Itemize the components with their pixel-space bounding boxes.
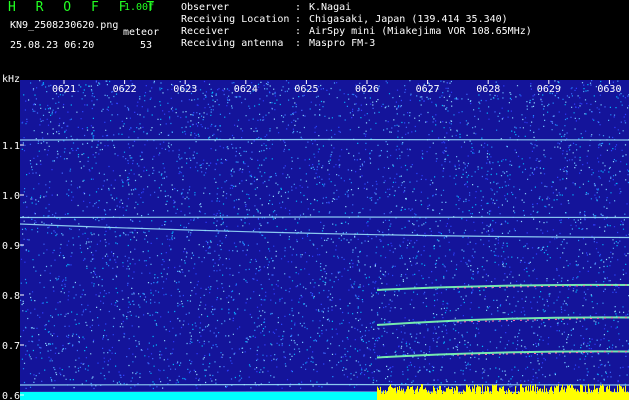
header-panel: H R O F F T 1.00f KN9_2508230620.png 25.… [0, 0, 629, 75]
info-key: Receiver [181, 26, 230, 37]
info-separator: : [295, 38, 308, 49]
baseline-band [20, 392, 377, 400]
x-tick-label: 0629 [537, 84, 561, 95]
info-separator: : [295, 2, 308, 13]
info-key: Receiving Location [181, 14, 290, 25]
info-key: Observer [181, 2, 230, 13]
spectrogram-plot: 0621 0622 0623 0624 0625 0626 0627 0628 0629 0630… [2, 80, 629, 400]
info-value: Chigasaki, Japan (139.414 35.340) [309, 14, 508, 25]
x-tick-label: 0624 [234, 84, 258, 95]
y-tick-label: 0.6 [2, 391, 20, 400]
info-row-receiver: Receiver : AirSpy mini (Miakejima VOR 10… [181, 26, 532, 38]
y-tick-label: 1.1 [2, 141, 20, 152]
info-separator: : [295, 26, 308, 37]
file-name: KN9_2508230620.png [10, 20, 119, 31]
x-tick-label: 0623 [173, 84, 197, 95]
y-tick-label: 1.0 [2, 191, 20, 202]
info-value: Maspro FM-3 [309, 38, 376, 49]
carrier-carrier-0.955 [19, 216, 629, 219]
meteor-count: 53 [140, 40, 153, 51]
x-tick-label: 0625 [294, 84, 318, 95]
info-row-antenna: Receiving antenna : Maspro FM-3 [181, 38, 532, 50]
info-separator: : [295, 14, 308, 25]
y-tick-label: 0.8 [2, 291, 20, 302]
carrier-carrier-0.62 [19, 383, 629, 386]
x-tick-label: 0621 [52, 84, 76, 95]
y-tick-label: 0.7 [2, 341, 20, 352]
observation-info: Observer : K.Nagai Receiving Location : … [181, 2, 532, 50]
x-tick-label: 0628 [476, 84, 500, 95]
info-value: K.Nagai [309, 2, 352, 13]
x-tick-label: 0622 [113, 84, 137, 95]
info-value: AirSpy mini (Miakejima VOR 108.65MHz) [309, 26, 532, 37]
y-tick-label: 0.9 [2, 241, 20, 252]
meteor-label: meteor [123, 27, 160, 38]
info-row-observer: Observer : K.Nagai [181, 2, 532, 14]
x-tick-label: 0627 [416, 84, 440, 95]
x-tick-label: 0630 [597, 84, 621, 95]
file-datetime: 25.08.23 06:20 [10, 40, 95, 51]
info-row-location: Receiving Location : Chigasaki, Japan (1… [181, 14, 532, 26]
burst-base [377, 395, 629, 400]
carrier-carrier-1.11 [19, 138, 629, 141]
x-tick-label: 0626 [355, 84, 379, 95]
info-key: Receiving antenna [181, 38, 284, 49]
app-version: 1.00f [124, 2, 155, 13]
